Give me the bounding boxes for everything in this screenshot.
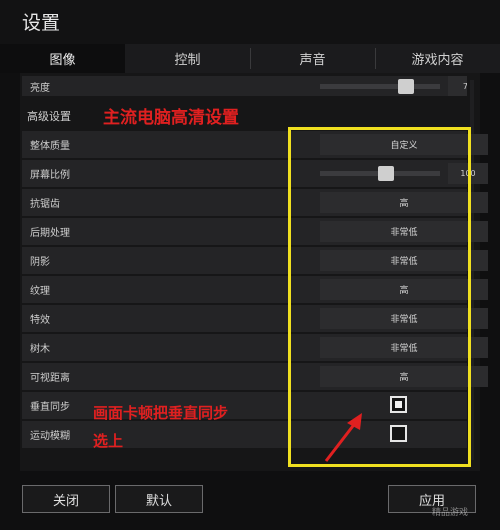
watermark: 精品游戏 <box>432 508 469 518</box>
arrow-head <box>347 413 362 430</box>
arrow-shaft <box>324 421 358 462</box>
close-button[interactable]: 关闭 <box>22 485 110 513</box>
default-button[interactable]: 默认 <box>115 485 203 513</box>
annotation-arrow <box>324 413 362 462</box>
